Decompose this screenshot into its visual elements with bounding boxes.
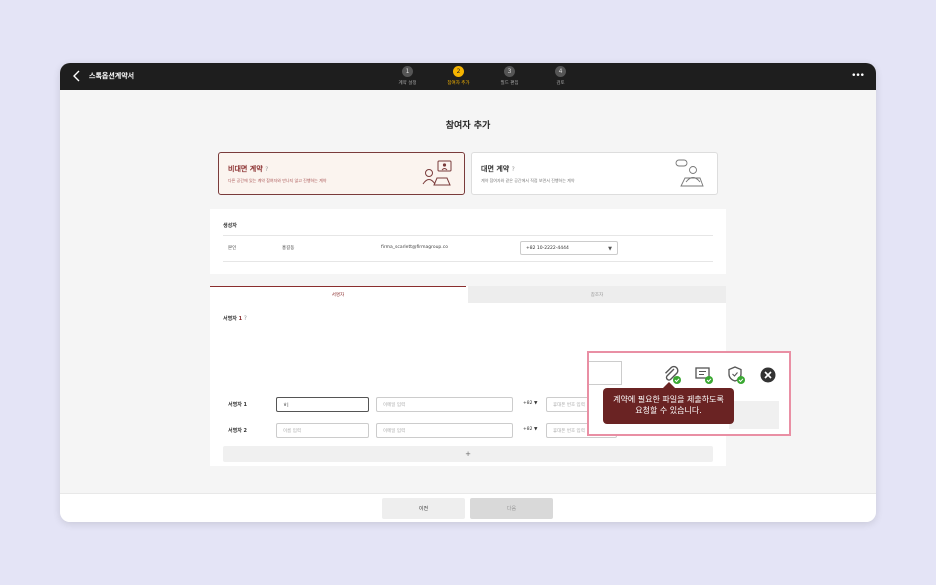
creator-name: 홍길동 [282,246,295,251]
step-indicator: 1 계약 설정 2 참여자 추가 3 필드 편집 4 검토 [382,66,586,86]
document-title: 스톡옵션계약서 [89,72,135,80]
app-window: 스톡옵션계약서 1 계약 설정 2 참여자 추가 3 필드 편집 4 검토 ••… [60,63,876,522]
step-label: 참여자 추가 [447,81,470,86]
inperson-contract-icon [675,159,704,187]
contract-type-remote[interactable]: 비대면 계약 ? 다른 공간에 있는 계약 참여자와 만나지 않고 진행하는 계… [218,152,465,195]
tooltip-line-2: 요청할 수 있습니다. [635,406,702,415]
contract-type-title: 비대면 계약 ? [228,164,268,174]
contract-type-title-text: 대면 계약 [481,165,510,173]
zoomed-add-bar [729,401,779,429]
contract-type-title-text: 비대면 계약 [228,165,263,173]
signer-2-label: 서명자 2 [228,428,248,434]
step-4: 4 검토 [535,66,586,86]
step-3: 3 필드 편집 [484,66,535,86]
creator-section-label: 생성자 [223,223,237,229]
step-number: 3 [504,66,515,77]
add-signer-button[interactable]: + [223,446,713,462]
step-number: 2 [453,66,464,77]
tab-reference[interactable]: 참조자 [468,286,726,303]
caret-down-icon: ▼ [533,427,538,432]
message-request-icon[interactable] [694,365,714,385]
chevron-left-icon[interactable] [70,69,84,83]
zoomed-actions [662,365,778,385]
bottom-bar: 이전 다음 [60,493,876,522]
remove-signer-icon[interactable] [758,365,778,385]
more-icon[interactable]: ••• [851,71,865,81]
divider [223,261,713,262]
signer-1-country-code[interactable]: +82 ▼ [523,401,537,406]
creator-phone: +82 10-2222-4444 [526,246,569,251]
signer-1-name-input[interactable]: ㅎ| [276,397,369,412]
prev-button[interactable]: 이전 [382,498,465,519]
signer-2-name-input[interactable]: 이름 입력 [276,423,369,438]
caret-down-icon: ▼ [608,246,612,252]
signers-section-label: 서명자 1 ? [223,315,247,322]
signer-2-country-code[interactable]: +82 ▼ [523,427,537,432]
next-button[interactable]: 다음 [470,498,553,519]
divider [223,235,713,236]
tooltip-line-1: 계약에 필요한 파일을 제출하도록 [613,395,724,404]
step-2: 2 참여자 추가 [433,66,484,86]
signer-1-email-input[interactable]: 이메일 입력 [376,397,513,412]
contract-type-desc: 계약 참여자와 같은 공간에서 직접 보면서 진행하는 계약 [481,178,575,183]
signer-1-label: 서명자 1 [228,402,248,408]
country-code-text: +82 [523,401,533,406]
step-label: 검토 [556,81,565,86]
contract-type-desc: 다른 공간에 있는 계약 참여자와 만나지 않고 진행하는 계약 [228,178,327,183]
step-1: 1 계약 설정 [382,66,433,86]
creator-section: 생성자 본인 홍길동 firma_scarlett@firmagroup.co … [210,209,726,274]
caret-down-icon: ▼ [533,401,538,406]
signers-label-text: 서명자 [223,316,237,322]
step-label: 필드 편집 [500,81,519,86]
creator-email: firma_scarlett@firmagroup.co [381,245,448,250]
zoomed-phone-input[interactable] [589,361,622,385]
top-bar: 스톡옵션계약서 1 계약 설정 2 참여자 추가 3 필드 편집 4 검토 ••… [60,63,876,90]
contract-type-title: 대면 계약 ? [481,164,515,174]
contract-type-inperson[interactable]: 대면 계약 ? 계약 참여자와 같은 공간에서 직접 보면서 진행하는 계약 [471,152,718,195]
page-title: 참여자 추가 [445,121,491,131]
attachment-tooltip: 계약에 필요한 파일을 제출하도록 요청할 수 있습니다. [603,388,734,424]
signer-2-email-input[interactable]: 이메일 입력 [376,423,513,438]
creator-role: 본인 [228,246,237,251]
help-icon[interactable]: ? [512,166,515,173]
step-label: 계약 설정 [398,81,417,86]
step-number: 1 [402,66,413,77]
verify-shield-icon[interactable] [726,365,746,385]
step-number: 4 [555,66,566,77]
signer-count: 1 [238,316,243,322]
country-code-text: +82 [523,427,533,432]
remote-contract-icon [422,160,452,186]
creator-phone-select[interactable]: +82 10-2222-4444 ▼ [520,241,618,255]
help-icon[interactable]: ? [265,166,268,173]
help-icon[interactable]: ? [244,315,247,322]
tab-signer[interactable]: 서명자 [210,286,466,303]
